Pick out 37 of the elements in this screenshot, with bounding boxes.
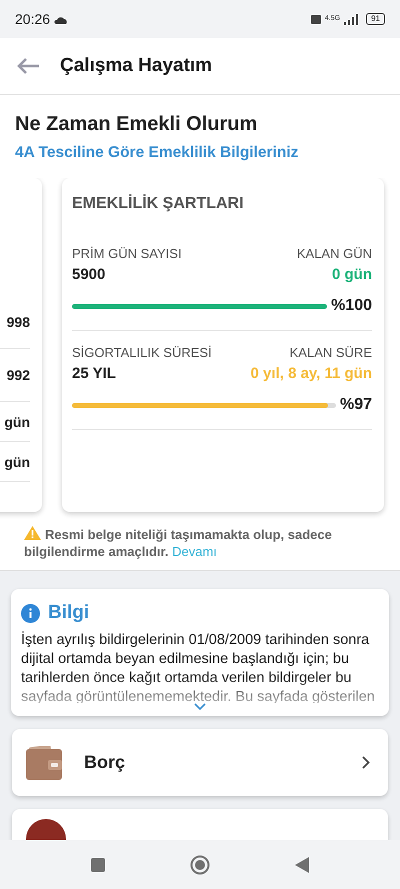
battery-icon: 91 [366, 13, 385, 25]
clock-text: 20:26 [15, 10, 50, 28]
remaining-value: 0 gün [332, 264, 372, 285]
cloud-icon [54, 14, 68, 24]
section-subtitle: 4A Tesciline Göre Emeklilik Bilgileriniz [14, 143, 300, 163]
card-title: EMEKLİLİK ŞARTLARI [72, 193, 245, 214]
recents-icon[interactable] [90, 858, 105, 872]
round-icon [26, 818, 66, 840]
section-title: Ne Zaman Emekli Olurum [14, 112, 258, 137]
menu-item[interactable]: Borç [12, 729, 388, 796]
home-icon[interactable] [190, 854, 210, 874]
menu-label: Borç [84, 751, 126, 774]
value-text: 998 [0, 296, 30, 350]
back-arrow-icon[interactable] [16, 57, 40, 75]
field-label: PRİM GÜN SAYISI [72, 245, 182, 264]
percent-text: %100 [331, 296, 372, 316]
chevron-right-icon [362, 756, 370, 770]
value-text: 992 [0, 349, 30, 402]
percent-text: %97 [340, 395, 372, 416]
value-text: gün [0, 442, 30, 482]
field-label: SİGORTALILIK SÜRESİ [72, 344, 212, 362]
menu-item[interactable] [12, 809, 388, 840]
field-value: 5900 [72, 264, 106, 285]
info-icon [21, 604, 40, 622]
field-label: KALAN SÜRE [290, 344, 372, 362]
signal-icon [344, 14, 358, 24]
page-title: Çalışma Hayatım [60, 54, 212, 78]
remaining-value: 0 yıl, 8 ay, 11 gün [250, 364, 372, 384]
warning-icon [24, 526, 41, 540]
expand-icon[interactable] [194, 703, 206, 710]
back-icon[interactable] [295, 856, 310, 872]
disclaimer-text: Resmi belge niteliği taşımamakta olup, sadece bilgilendirme amaçlıdır. Devamı [23, 525, 333, 560]
wallet-icon [26, 746, 62, 780]
info-title: Bilgi [48, 600, 90, 625]
field-label: KALAN GÜN [296, 245, 372, 264]
value-text: gün [0, 402, 30, 442]
field-value: 25 YIL [72, 364, 116, 384]
